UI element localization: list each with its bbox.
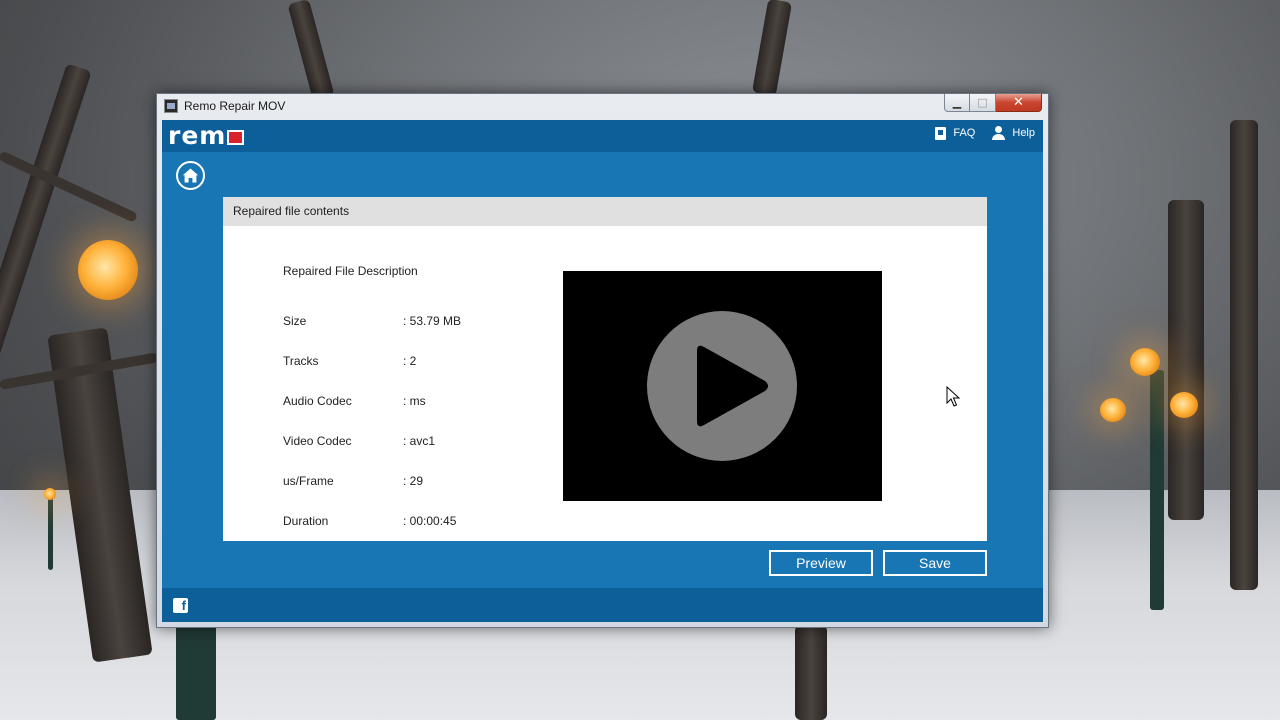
lamp-post bbox=[176, 625, 216, 720]
field-label: Tracks bbox=[283, 354, 319, 368]
app-client-area: rem FAQ Help Repaired file contents Repa… bbox=[162, 120, 1043, 622]
user-help-icon bbox=[991, 126, 1006, 140]
window-controls: ▁ □ ✕ bbox=[944, 94, 1042, 112]
field-label: Audio Codec bbox=[283, 394, 352, 408]
field-label: Size bbox=[283, 314, 307, 328]
field-label: Duration bbox=[283, 514, 329, 528]
save-button[interactable]: Save bbox=[883, 550, 987, 576]
facebook-icon[interactable]: f bbox=[173, 598, 188, 613]
field-label: us/Frame bbox=[283, 474, 334, 488]
help-label: Help bbox=[1012, 127, 1035, 139]
field-value: : ms bbox=[403, 394, 426, 408]
field-value: : 00:00:45 bbox=[403, 514, 457, 528]
remo-logo: rem bbox=[168, 121, 245, 150]
help-link[interactable]: Help bbox=[991, 126, 1035, 140]
play-button[interactable] bbox=[647, 311, 797, 461]
field-value: : 53.79 MB bbox=[403, 314, 462, 328]
video-preview[interactable] bbox=[563, 271, 882, 501]
faq-label: FAQ bbox=[953, 127, 976, 139]
street-lamp-light bbox=[1170, 392, 1198, 418]
lamp-post bbox=[1150, 370, 1164, 610]
logo-text: rem bbox=[168, 121, 227, 150]
tree-trunk bbox=[1168, 200, 1204, 520]
tree-trunk bbox=[795, 625, 827, 720]
street-lamp-light bbox=[1100, 398, 1126, 422]
street-lamp-light bbox=[78, 240, 138, 300]
field-value: : 2 bbox=[403, 354, 417, 368]
logo-o-mark bbox=[227, 130, 245, 145]
app-window: Remo Repair MOV ▁ □ ✕ rem FAQ Help Repai… bbox=[156, 93, 1049, 628]
preview-button[interactable]: Preview bbox=[769, 550, 873, 576]
lamp-post bbox=[48, 490, 53, 570]
play-icon bbox=[697, 345, 768, 427]
street-lamp-light bbox=[44, 488, 56, 500]
header-links: FAQ Help bbox=[935, 126, 1035, 140]
app-icon bbox=[164, 99, 178, 113]
field-value: : avc1 bbox=[403, 434, 436, 448]
description-title: Repaired File Description bbox=[283, 264, 418, 278]
tree-trunk bbox=[751, 0, 793, 97]
desktop-background: Remo Repair MOV ▁ □ ✕ rem FAQ Help Repai… bbox=[0, 0, 1280, 720]
tree-trunk bbox=[0, 63, 92, 357]
app-footer: f bbox=[162, 588, 1043, 622]
repaired-file-panel: Repaired file contents Repaired File Des… bbox=[223, 197, 987, 541]
maximize-button[interactable]: □ bbox=[970, 94, 996, 112]
mouse-cursor-icon bbox=[946, 386, 960, 407]
home-icon bbox=[182, 168, 199, 183]
faq-book-icon bbox=[935, 126, 947, 140]
field-value: : 29 bbox=[403, 474, 424, 488]
window-titlebar[interactable]: Remo Repair MOV ▁ □ ✕ bbox=[157, 94, 1048, 120]
close-button[interactable]: ✕ bbox=[996, 94, 1042, 112]
faq-link[interactable]: FAQ bbox=[935, 126, 975, 140]
field-label: Video Codec bbox=[283, 434, 352, 448]
tree-trunk bbox=[1230, 120, 1258, 590]
street-lamp-light bbox=[1130, 348, 1160, 376]
tree-trunk bbox=[287, 0, 335, 102]
home-button[interactable] bbox=[176, 161, 205, 190]
minimize-button[interactable]: ▁ bbox=[944, 94, 970, 112]
panel-header: Repaired file contents bbox=[223, 197, 987, 226]
app-header: rem FAQ Help bbox=[162, 120, 1043, 152]
window-title: Remo Repair MOV bbox=[184, 99, 286, 113]
